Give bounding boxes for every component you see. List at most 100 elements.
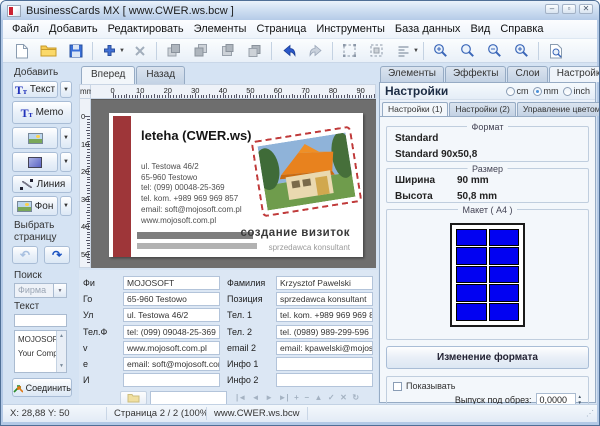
print-preview-icon[interactable] xyxy=(547,42,564,59)
add-shape-dropdown[interactable]: ▼ xyxy=(60,152,72,172)
select-all-icon[interactable] xyxy=(341,42,358,59)
prev-record-icon[interactable]: ◄ xyxy=(252,393,260,402)
side-tab-back[interactable]: Назад xyxy=(136,66,185,84)
menu-4[interactable]: Страница xyxy=(251,21,311,37)
form-input[interactable] xyxy=(276,373,373,387)
load-photo-button[interactable] xyxy=(120,391,147,405)
open-folder-icon[interactable] xyxy=(40,42,57,59)
send-to-back-icon[interactable] xyxy=(192,42,209,59)
add-background-dropdown[interactable]: ▼ xyxy=(60,196,72,216)
add-background-button[interactable]: Фон xyxy=(12,196,58,216)
bring-forward-icon[interactable] xyxy=(219,42,236,59)
save-icon[interactable] xyxy=(67,42,84,59)
form-input[interactable]: tel. kom. +989 969 969 857 xyxy=(276,308,373,322)
undo-icon[interactable] xyxy=(280,42,297,59)
delete-record-icon[interactable]: − xyxy=(304,393,309,402)
zoom-fit-icon[interactable] xyxy=(513,42,530,59)
panel-tab-0[interactable]: Элементы xyxy=(380,66,444,82)
menu-2[interactable]: Редактировать xyxy=(103,21,189,37)
refresh-record-icon[interactable]: ↻ xyxy=(352,393,359,402)
card-subtitle[interactable]: sprzedawca konsultant xyxy=(269,243,350,252)
bring-to-front-icon[interactable] xyxy=(165,42,182,59)
delete-icon[interactable] xyxy=(131,42,148,59)
settings-subtab-3[interactable]: Управление цветом xyxy=(517,102,600,116)
next-record-icon[interactable]: ► xyxy=(265,393,273,402)
card-red-stripe[interactable] xyxy=(113,116,131,257)
card-bar-light[interactable] xyxy=(137,243,257,249)
form-input[interactable]: Krzysztof Pawelski xyxy=(276,276,373,290)
card-tagline[interactable]: создание визиток xyxy=(241,227,350,239)
form-input[interactable] xyxy=(123,373,220,387)
add-icon-caret[interactable]: ▼ xyxy=(119,48,126,54)
edit-record-icon[interactable]: ▲ xyxy=(315,393,323,402)
show-checkbox[interactable] xyxy=(393,382,402,391)
unit-radio-inch[interactable] xyxy=(563,87,572,96)
add-text-button[interactable]: Tт Текст xyxy=(12,81,58,98)
add-memo-button[interactable]: Tт Memo xyxy=(12,101,72,124)
menu-5[interactable]: Инструменты xyxy=(311,21,390,37)
add-icon[interactable] xyxy=(101,42,118,59)
form-input[interactable]: tel. (0989) 989-299-596 xyxy=(276,325,373,339)
maximize-button[interactable]: ▫ xyxy=(562,4,576,14)
menu-6[interactable]: База данных xyxy=(390,21,466,37)
zoom-in-icon[interactable] xyxy=(432,42,449,59)
new-document-icon[interactable] xyxy=(13,42,30,59)
panel-tab-1[interactable]: Эффекты xyxy=(445,66,506,82)
resize-grip[interactable]: ⋰ xyxy=(586,409,594,418)
settings-subtab-1[interactable]: Настройки (1) xyxy=(382,102,448,116)
menu-0[interactable]: Файл xyxy=(7,21,44,37)
card-house-photo[interactable] xyxy=(251,126,363,218)
transform-icon[interactable] xyxy=(368,42,385,59)
menu-7[interactable]: Вид xyxy=(465,21,495,37)
menu-8[interactable]: Справка xyxy=(495,21,548,37)
redo-icon[interactable] xyxy=(307,42,324,59)
card-bar-dark[interactable] xyxy=(137,232,253,239)
form-input[interactable]: email: kpawelski@mojosoft.com.pl xyxy=(276,341,373,355)
form-input[interactable]: sprzedawca konsultant xyxy=(276,292,373,306)
minimize-button[interactable]: – xyxy=(545,4,559,14)
connect-button[interactable]: Соединить xyxy=(12,378,72,397)
search-text-input[interactable] xyxy=(14,314,67,327)
last-record-icon[interactable]: ►| xyxy=(279,393,289,402)
firm-dropdown[interactable]: Фирма ▼ xyxy=(14,283,79,298)
align-icon[interactable] xyxy=(395,42,412,59)
send-backward-icon[interactable] xyxy=(246,42,263,59)
form-input[interactable]: MOJOSOFT xyxy=(123,276,220,290)
settings-subtab-2[interactable]: Настройки (2) xyxy=(449,102,515,116)
form-input[interactable] xyxy=(276,357,373,371)
insert-record-icon[interactable]: + xyxy=(294,393,299,402)
unit-radio-mm[interactable] xyxy=(533,87,542,96)
first-record-icon[interactable]: |◄ xyxy=(236,393,246,402)
panel-tab-2[interactable]: Слои xyxy=(507,66,547,82)
form-input[interactable]: www.mojosoft.com.pl xyxy=(123,341,220,355)
add-line-button[interactable]: Линия xyxy=(12,175,72,193)
page-back-button[interactable]: ↶ xyxy=(12,246,38,264)
cancel-record-icon[interactable]: ✕ xyxy=(340,393,347,402)
menu-1[interactable]: Добавить xyxy=(44,21,103,37)
panel-tab-3[interactable]: Настройки xyxy=(549,66,600,82)
add-image-button[interactable] xyxy=(12,127,58,149)
menu-3[interactable]: Элементы xyxy=(189,21,252,37)
form-input[interactable]: tel: (099) 09048-25-369 xyxy=(123,325,220,339)
form-input[interactable]: 65-960 Testowo xyxy=(123,292,220,306)
side-tab-front[interactable]: Вперед xyxy=(81,66,135,84)
page-forward-button[interactable]: ↷ xyxy=(44,246,70,264)
unit-radio-cm[interactable] xyxy=(506,87,515,96)
add-shape-button[interactable] xyxy=(12,152,58,172)
zoom-100-icon[interactable] xyxy=(459,42,476,59)
card-title[interactable]: leteha (CWER.ws) xyxy=(141,128,252,143)
listbox-scrollbar[interactable] xyxy=(56,331,66,372)
change-format-button[interactable]: Изменение формата xyxy=(386,346,589,369)
search-results-list[interactable]: MOJOSOFTYour Compa xyxy=(14,330,67,373)
record-search-input[interactable] xyxy=(150,391,227,405)
close-button[interactable]: ✕ xyxy=(579,4,593,14)
business-card[interactable]: leteha (CWER.ws) ul. Testowa 46/265-960 … xyxy=(109,113,363,257)
add-text-dropdown[interactable]: ▼ xyxy=(60,81,72,98)
card-address-block[interactable]: ul. Testowa 46/265-960 Testowotel: (099)… xyxy=(141,162,242,226)
design-canvas[interactable]: leteha (CWER.ws) ul. Testowa 46/265-960 … xyxy=(91,99,376,268)
zoom-out-icon[interactable] xyxy=(486,42,503,59)
form-input[interactable]: email: soft@mojosoft.com.pl xyxy=(123,357,220,371)
add-image-dropdown[interactable]: ▼ xyxy=(60,127,72,149)
align-icon-caret[interactable]: ▼ xyxy=(413,48,420,54)
form-input[interactable]: ul. Testowa 46/2 xyxy=(123,308,220,322)
